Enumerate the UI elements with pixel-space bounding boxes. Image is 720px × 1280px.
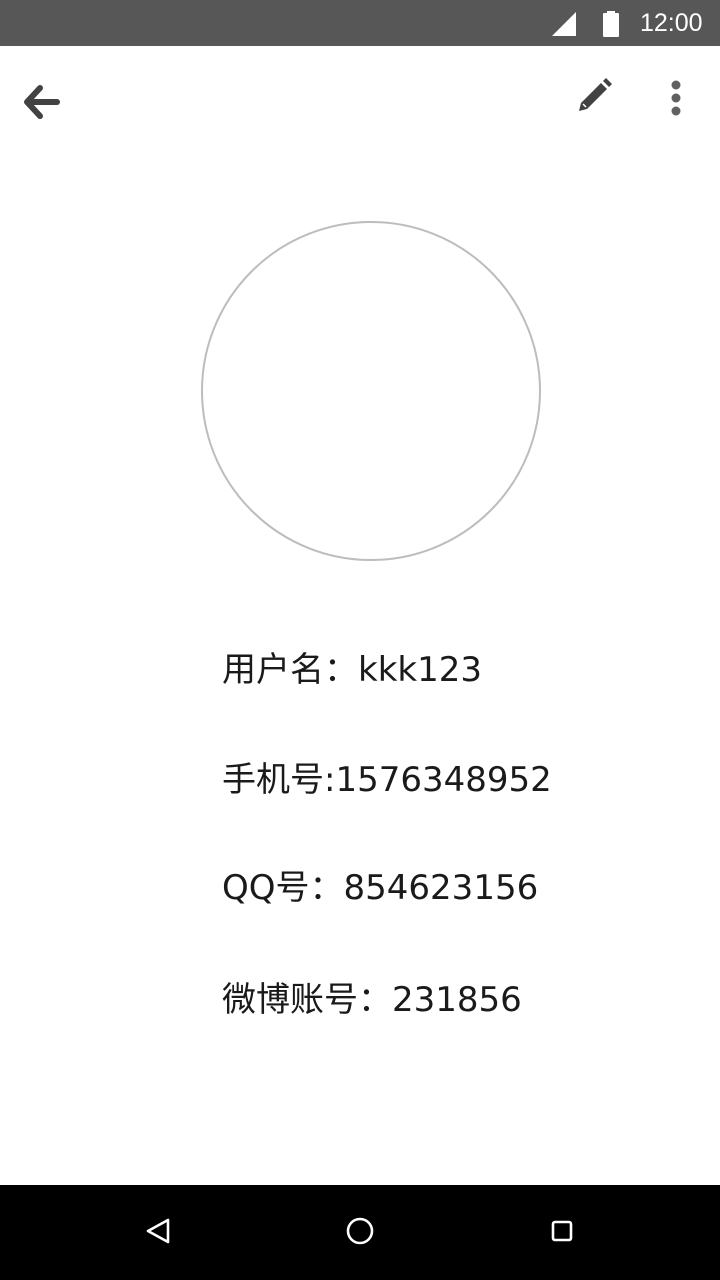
phone-text: 手机号:1576348952 [222,760,552,800]
nav-recent-icon [550,1219,574,1247]
avatar[interactable] [201,221,541,561]
battery-icon [602,11,620,37]
status-time: 12:00 [640,9,703,37]
edit-button[interactable] [566,70,622,126]
navigation-bar [0,1185,720,1280]
signal-icon [552,12,576,36]
nav-home-icon [345,1216,375,1250]
nav-home-button[interactable] [336,1209,384,1257]
toolbar [0,46,720,156]
nav-recent-button[interactable] [538,1209,586,1257]
username-text: 用户名：kkk123 [222,650,482,690]
qq-text: QQ号：854623156 [222,868,539,908]
back-button[interactable] [14,76,70,132]
back-arrow-icon [24,84,60,124]
status-bar: 12:00 [0,0,720,46]
more-vert-icon [670,80,682,120]
weibo-text: 微博账号：231856 [222,980,522,1020]
edit-pencil-icon [575,77,613,119]
profile-screen: 12:00 用户名：kkk123 手机号:1576348952 QQ号：8546… [0,0,720,1280]
nav-back-icon [145,1217,171,1249]
more-options-button[interactable] [648,72,704,128]
nav-back-button[interactable] [134,1209,182,1257]
